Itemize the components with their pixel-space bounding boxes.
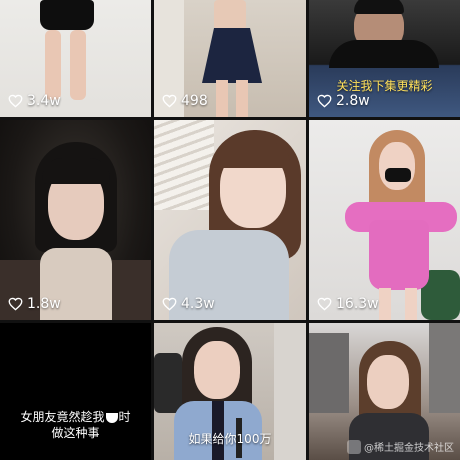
video-thumbnail-5[interactable]: 4.3w [154,120,306,320]
like-count-text: 2.8w [336,93,370,109]
like-count-text: 16.3w [336,296,379,312]
thumbnail-figure [45,30,61,100]
thumbnail-figure [154,120,214,210]
thumbnail-figure [429,323,460,413]
like-count: 498 [162,93,208,109]
thumbnail-figure [354,0,404,14]
video-thumbnail-1[interactable]: 3.4w [0,0,151,117]
video-caption: 女朋友竟然趁我时 做这种事 [0,409,151,441]
thumbnail-figure [214,0,246,30]
thumbnail-figure [367,355,409,409]
video-caption-part: 时 [118,410,131,424]
video-thumbnail-7[interactable]: 女朋友竟然趁我时 做这种事 [0,323,151,460]
thumbnail-figure [405,288,417,320]
heart-outline-icon [8,297,23,311]
watermark-text: @稀土掘金技术社区 [364,443,454,454]
thumbnail-figure [216,80,228,117]
video-thumbnail-4[interactable]: 1.8w [0,120,151,320]
heart-outline-icon [162,297,177,311]
watermark: @稀土掘金技术社区 [347,439,454,454]
heart-outline-icon [317,297,332,311]
thumbnail-figure [194,341,240,399]
heart-outline-icon [8,94,23,108]
app-logo-icon [347,439,361,454]
thumbnail-figure [202,28,262,83]
like-count: 16.3w [317,296,379,312]
like-count: 3.4w [8,93,61,109]
video-thumbnail-2[interactable]: 498 [154,0,306,117]
like-count: 4.3w [162,296,215,312]
video-caption: 如果给你100万 [188,432,272,446]
thumbnail-figure [329,40,439,68]
video-grid: 3.4w 498 关注我下集更精彩 2.8w 1.8w 4.3w 16.3w 女… [0,0,460,460]
heart-outline-icon [162,94,177,108]
video-caption-part: 女朋友竟然趁我 [20,410,105,424]
cup-icon [105,412,118,423]
thumbnail-figure [216,142,290,168]
thumbnail-figure [40,0,94,30]
thumbnail-figure [385,168,411,182]
thumbnail-figure [112,260,151,320]
thumbnail-figure [309,333,349,413]
thumbnail-figure [42,158,110,184]
video-thumbnail-6[interactable]: 16.3w [309,120,460,320]
video-thumbnail-8[interactable]: 如果给你100万 [154,323,306,460]
thumbnail-figure [236,80,248,117]
video-caption: 关注我下集更精彩 [336,79,433,93]
heart-outline-icon [317,94,332,108]
like-count-text: 4.3w [181,296,215,312]
like-count-text: 3.4w [27,93,61,109]
thumbnail-figure [379,288,391,320]
video-caption-part: 做这种事 [51,426,100,440]
thumbnail-figure [379,142,415,190]
like-count: 1.8w [8,296,61,312]
like-count-text: 498 [181,93,208,109]
video-thumbnail-9[interactable]: @稀土掘金技术社区 [309,323,460,460]
thumbnail-figure [369,220,429,290]
like-count: 2.8w [317,93,370,109]
like-count-text: 1.8w [27,296,61,312]
thumbnail-figure [70,30,86,100]
thumbnail-figure [154,353,182,413]
video-thumbnail-3[interactable]: 关注我下集更精彩 2.8w [309,0,460,117]
